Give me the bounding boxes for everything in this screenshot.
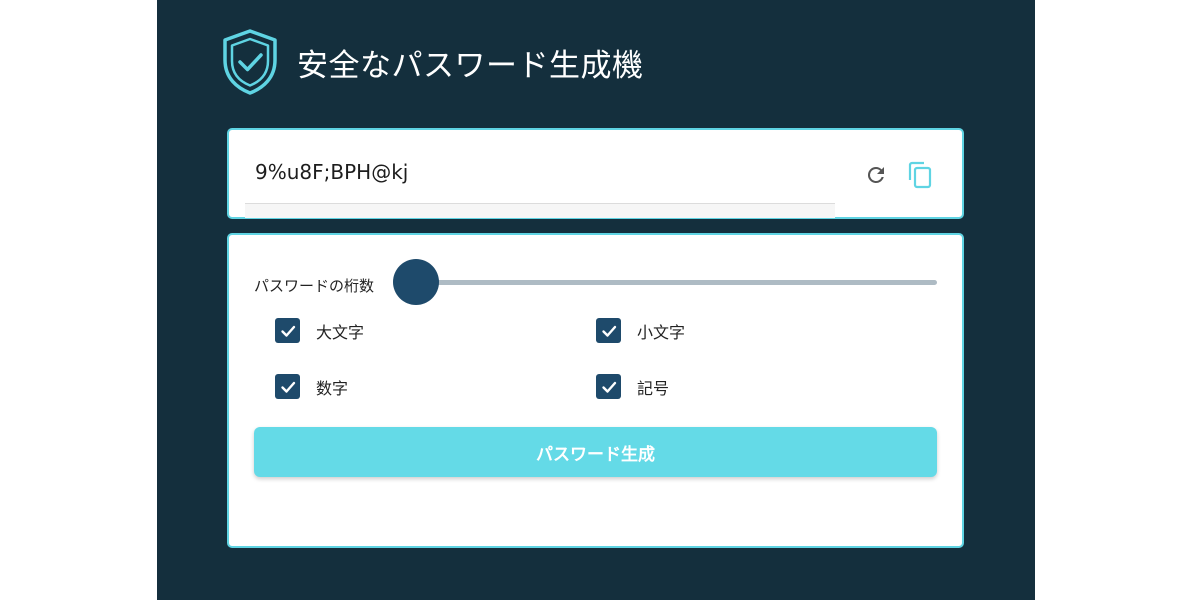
uppercase-label: 大文字 — [316, 322, 365, 342]
symbols-label: 記号 — [637, 378, 670, 398]
header: 安全なパスワード生成機 — [221, 28, 644, 96]
symbols-checkbox[interactable] — [596, 374, 621, 399]
check-icon — [601, 325, 616, 337]
length-label: パスワードの桁数 — [254, 277, 375, 295]
length-slider-track[interactable] — [395, 280, 937, 285]
refresh-button[interactable] — [859, 158, 893, 192]
option-lowercase[interactable]: 小文字 — [596, 318, 685, 343]
copy-icon — [908, 161, 932, 189]
check-icon — [280, 381, 295, 393]
generate-button[interactable]: パスワード生成 — [254, 427, 937, 477]
option-uppercase[interactable]: 大文字 — [275, 318, 364, 343]
check-icon — [601, 381, 616, 393]
lowercase-label: 小文字 — [637, 322, 686, 342]
copy-button[interactable] — [903, 158, 937, 192]
options-card: パスワードの桁数 大文字 小文字 数字 記号 パスワード生成 — [227, 233, 964, 548]
password-underline — [245, 203, 835, 218]
option-digits[interactable]: 数字 — [275, 374, 348, 399]
password-output[interactable]: 9%u8F;BPH@kj — [255, 160, 408, 184]
digits-label: 数字 — [316, 378, 349, 398]
refresh-icon — [867, 166, 884, 183]
page-title: 安全なパスワード生成機 — [297, 47, 644, 84]
check-icon — [280, 325, 295, 337]
lowercase-checkbox[interactable] — [596, 318, 621, 343]
digits-checkbox[interactable] — [275, 374, 300, 399]
password-card: 9%u8F;BPH@kj — [227, 128, 964, 219]
length-slider-thumb[interactable] — [393, 259, 439, 305]
uppercase-checkbox[interactable] — [275, 318, 300, 343]
app-panel: 安全なパスワード生成機 9%u8F;BPH@kj パスワードの桁数 大文字 小文… — [157, 0, 1035, 600]
shield-check-icon — [223, 29, 277, 95]
option-symbols[interactable]: 記号 — [596, 374, 669, 399]
